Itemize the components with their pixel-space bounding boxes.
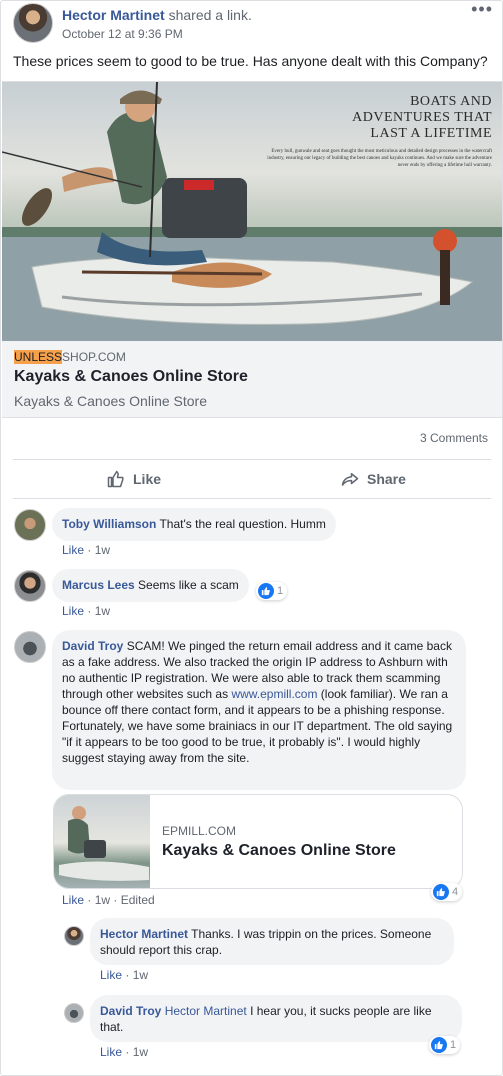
comment-edited[interactable]: Edited	[121, 893, 155, 907]
reply-time[interactable]: 1w	[133, 1045, 148, 1059]
link-domain[interactable]: UNLESSSHOP.COM	[14, 350, 126, 364]
comment-like-link[interactable]: Like	[62, 893, 84, 907]
comment-bubble: Marcus Lees Seems like a scam	[52, 569, 249, 602]
reply-mention[interactable]: Hector Martinet	[165, 1004, 247, 1018]
link-preview-image[interactable]: BOATS AND ADVENTURES THAT LAST A LIFETIM…	[2, 82, 502, 341]
like-reaction-icon	[431, 1037, 447, 1053]
comment-meta: Like · 1w	[62, 543, 111, 557]
like-label: Like	[133, 471, 162, 487]
share-button[interactable]: Share	[341, 460, 406, 498]
ad-headline-line: BOATS AND	[410, 94, 492, 109]
post-card: Hector Martinet shared a link. October 1…	[0, 0, 503, 1076]
comment-text: That's the real question. Humm	[159, 517, 326, 531]
link-domain-highlight: UNLESS	[14, 350, 63, 364]
commenter-avatar[interactable]	[14, 631, 46, 663]
comments-count[interactable]: 3 Comments	[420, 431, 488, 445]
comment-link-title[interactable]: Kayaks & Canoes Online Store	[162, 842, 396, 860]
reply-like-link[interactable]: Like	[100, 968, 122, 982]
reaction-number: 1	[450, 1039, 457, 1051]
reply-bubble: Hector Martinet Thanks. I was trippin on…	[90, 918, 454, 965]
commenter-avatar[interactable]	[14, 509, 46, 541]
commenter-name[interactable]: Toby Williamson	[62, 517, 156, 531]
comment-link-preview-image[interactable]	[54, 795, 150, 888]
link-preview-card[interactable]: BOATS AND ADVENTURES THAT LAST A LIFETIM…	[2, 81, 502, 418]
author-avatar[interactable]	[13, 3, 53, 43]
commenter-avatar[interactable]	[14, 570, 46, 602]
like-button[interactable]: Like	[107, 460, 161, 498]
commenter-name[interactable]: David Troy	[62, 639, 123, 653]
comment-time[interactable]: 1w	[95, 893, 110, 907]
link-description: Kayaks & Canoes Online Store	[14, 393, 207, 409]
reaction-number: 1	[277, 585, 284, 597]
share-arrow-icon	[341, 473, 359, 486]
author-line: Hector Martinet shared a link.	[62, 7, 252, 23]
ad-headline-line: LAST A LIFETIME	[370, 126, 492, 141]
author-name[interactable]: Hector Martinet	[62, 7, 165, 23]
comment-text: Seems like a scam	[138, 578, 239, 592]
share-action-text: shared a link.	[168, 7, 252, 23]
reaction-number: 4	[452, 886, 459, 898]
comment-link-preview[interactable]: EPMILL.COM Kayaks & Canoes Online Store	[53, 794, 463, 889]
reaction-count[interactable]: 4	[431, 883, 463, 901]
share-label: Share	[367, 471, 406, 487]
comment-like-link[interactable]: Like	[62, 543, 84, 557]
post-text: These prices seem to good to be true. Ha…	[13, 53, 488, 69]
replier-name[interactable]: Hector Martinet	[100, 927, 188, 941]
ad-headline: BOATS AND ADVENTURES THAT LAST A LIFETIM…	[352, 94, 492, 142]
post-timestamp[interactable]: October 12 at 9:36 PM	[62, 27, 183, 41]
comment-bubble: Toby Williamson That's the real question…	[52, 508, 336, 541]
reply-meta: Like · 1w	[100, 968, 149, 982]
comment-link[interactable]: www.epmill.com	[231, 687, 317, 701]
post-header: Hector Martinet shared a link. October 1…	[13, 0, 493, 45]
replier-avatar[interactable]	[64, 1003, 84, 1023]
replier-name[interactable]: David Troy	[100, 1004, 161, 1018]
link-domain-rest: SHOP.COM	[62, 350, 126, 364]
comment-time[interactable]: 1w	[95, 604, 110, 618]
comment-link-domain: EPMILL.COM	[162, 824, 237, 838]
comment-meta: Like · 1w · Edited	[62, 893, 155, 907]
more-options-icon[interactable]: •••	[471, 0, 493, 18]
reaction-count[interactable]: 1	[256, 582, 288, 600]
reply-time[interactable]: 1w	[133, 968, 148, 982]
reply-bubble: David Troy Hector Martinet I hear you, i…	[90, 995, 462, 1042]
reaction-count[interactable]: 1	[429, 1036, 461, 1054]
replier-avatar[interactable]	[64, 926, 84, 946]
comment-bubble: David Troy SCAM! We pinged the return em…	[52, 630, 466, 790]
commenter-name[interactable]: Marcus Lees	[62, 578, 135, 592]
action-bar: Like Share	[13, 459, 491, 499]
like-reaction-icon	[433, 884, 449, 900]
ad-headline-line: ADVENTURES THAT	[352, 110, 492, 125]
reply-meta: Like · 1w	[100, 1045, 149, 1059]
ad-body-text: Every hull, gunwale and seat goes though…	[267, 149, 492, 168]
reply-like-link[interactable]: Like	[100, 1045, 122, 1059]
link-title[interactable]: Kayaks & Canoes Online Store	[14, 368, 248, 386]
comment-meta: Like · 1w	[62, 604, 111, 618]
like-reaction-icon	[258, 583, 274, 599]
comment-time[interactable]: 1w	[95, 543, 110, 557]
comment-like-link[interactable]: Like	[62, 604, 84, 618]
thumbs-up-icon	[107, 470, 124, 488]
